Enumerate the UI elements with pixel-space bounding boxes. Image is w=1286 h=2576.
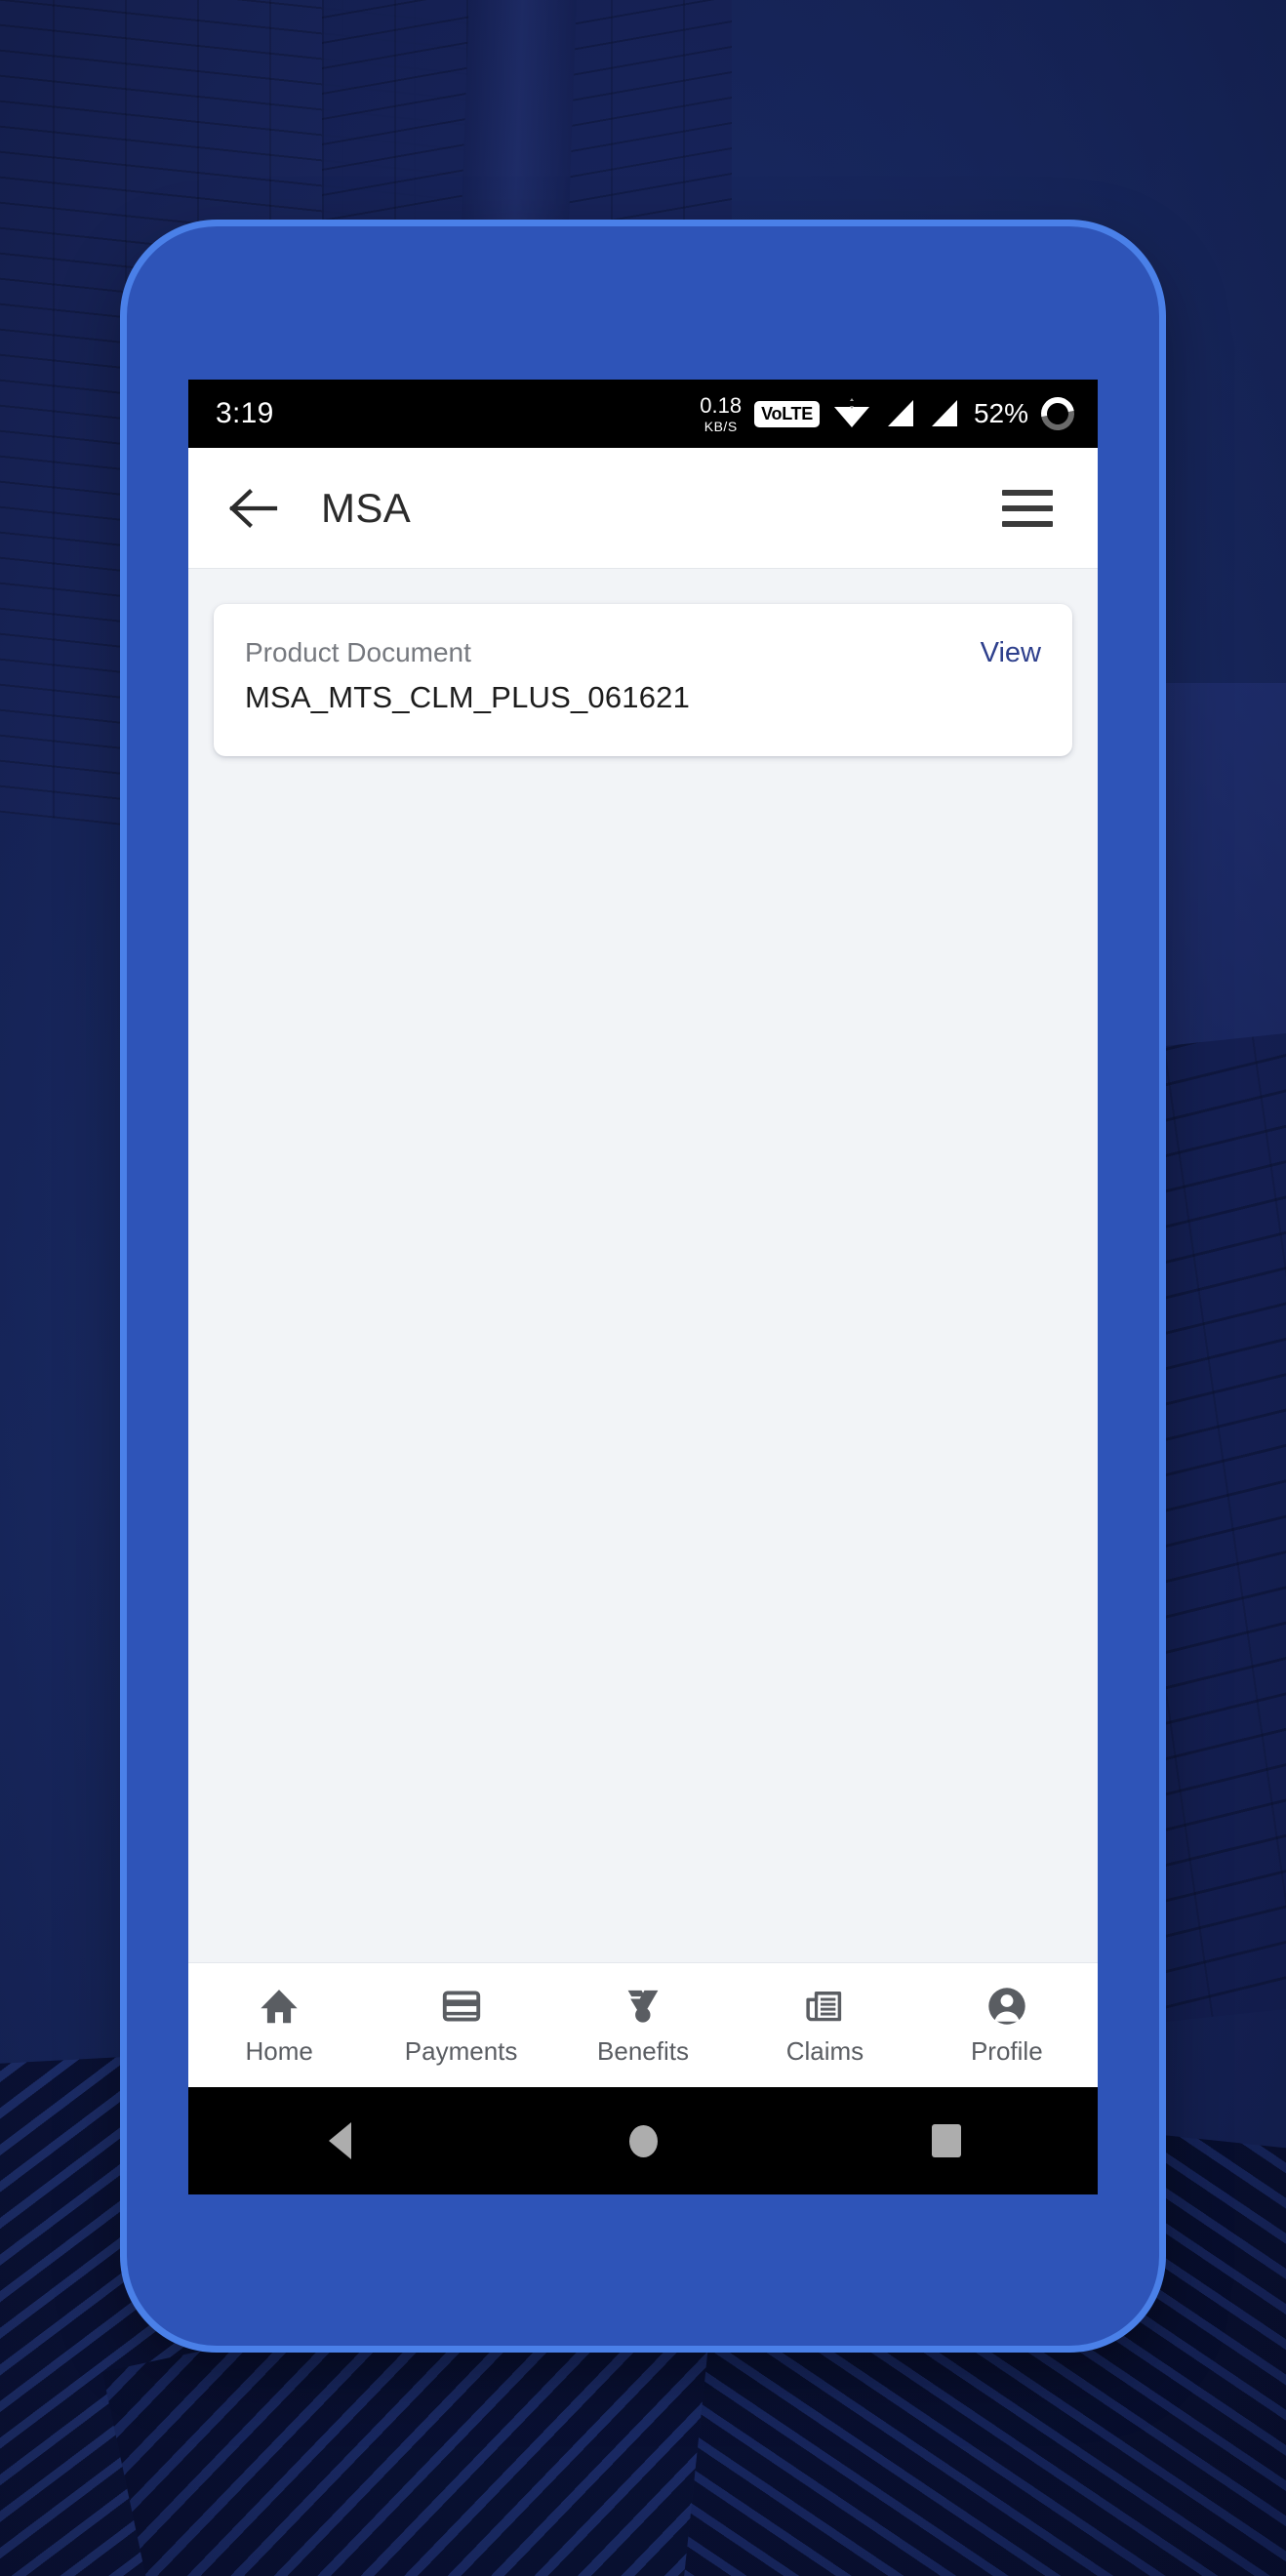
wifi-icon [833, 398, 869, 427]
phone-screen: 3:19 0.18 KB/S VoLTE 52% MSA Product Doc… [188, 380, 1098, 2194]
credit-card-icon [442, 1991, 480, 2021]
phone-frame: 3:19 0.18 KB/S VoLTE 52% MSA Product Doc… [127, 226, 1159, 2346]
network-speed-unit: KB/S [703, 418, 738, 434]
system-back-button[interactable] [188, 2122, 492, 2159]
menu-line [1002, 520, 1053, 527]
nav-item-profile[interactable]: Profile [916, 1963, 1098, 2087]
arrow-left-icon [228, 488, 278, 528]
menu-line [1002, 504, 1053, 511]
menu-line [1002, 489, 1053, 496]
nav-label-payments: Payments [404, 2035, 518, 2066]
status-bar: 3:19 0.18 KB/S VoLTE 52% [188, 380, 1098, 448]
nav-item-claims[interactable]: Claims [734, 1963, 915, 2087]
home-icon [261, 1989, 298, 2023]
signal-bars-icon [887, 400, 913, 426]
back-button[interactable] [223, 478, 284, 539]
system-recents-button[interactable] [794, 2124, 1098, 2157]
person-circle-icon [988, 1987, 1025, 2025]
network-speed-indicator: 0.18 KB/S [700, 392, 743, 434]
nav-item-home[interactable]: Home [188, 1963, 370, 2087]
product-document-name: MSA_MTS_CLM_PLUS_061621 [245, 680, 691, 714]
page-title: MSA [321, 484, 412, 531]
battery-circle-icon [1034, 390, 1081, 437]
triangle-back-icon [328, 2122, 351, 2159]
nav-label-claims: Claims [785, 2035, 864, 2066]
content-area: Product Document MSA_MTS_CLM_PLUS_061621… [188, 569, 1098, 1962]
app-bar: MSA [188, 448, 1098, 569]
status-bar-clock: 3:19 [216, 397, 274, 429]
product-document-card[interactable]: Product Document MSA_MTS_CLM_PLUS_061621… [214, 604, 1072, 756]
battery-percent-label: 52% [973, 398, 1028, 428]
android-system-nav-bar [188, 2087, 1098, 2194]
system-home-button[interactable] [492, 2124, 795, 2157]
view-document-link[interactable]: View [981, 637, 1041, 669]
square-recents-icon [931, 2124, 961, 2157]
signal-bars-icon [931, 400, 957, 426]
medal-icon [627, 1990, 659, 2023]
nav-label-benefits: Benefits [597, 2035, 689, 2066]
hamburger-menu-icon[interactable] [1002, 478, 1063, 539]
circle-home-icon [628, 2124, 658, 2157]
product-document-label: Product Document [245, 637, 471, 667]
nav-label-home: Home [245, 2035, 313, 2066]
nav-label-profile: Profile [970, 2035, 1043, 2066]
bottom-navigation-bar: Home Payments Benefits Claims Profile [188, 1962, 1098, 2087]
volte-badge: VoLTE [754, 400, 820, 427]
nav-item-benefits[interactable]: Benefits [552, 1963, 734, 2087]
network-speed-value: 0.18 [700, 392, 743, 418]
status-bar-icons: 0.18 KB/S VoLTE 52% [700, 390, 1081, 437]
nav-item-payments[interactable]: Payments [370, 1963, 551, 2087]
newspaper-icon [806, 1991, 842, 2021]
